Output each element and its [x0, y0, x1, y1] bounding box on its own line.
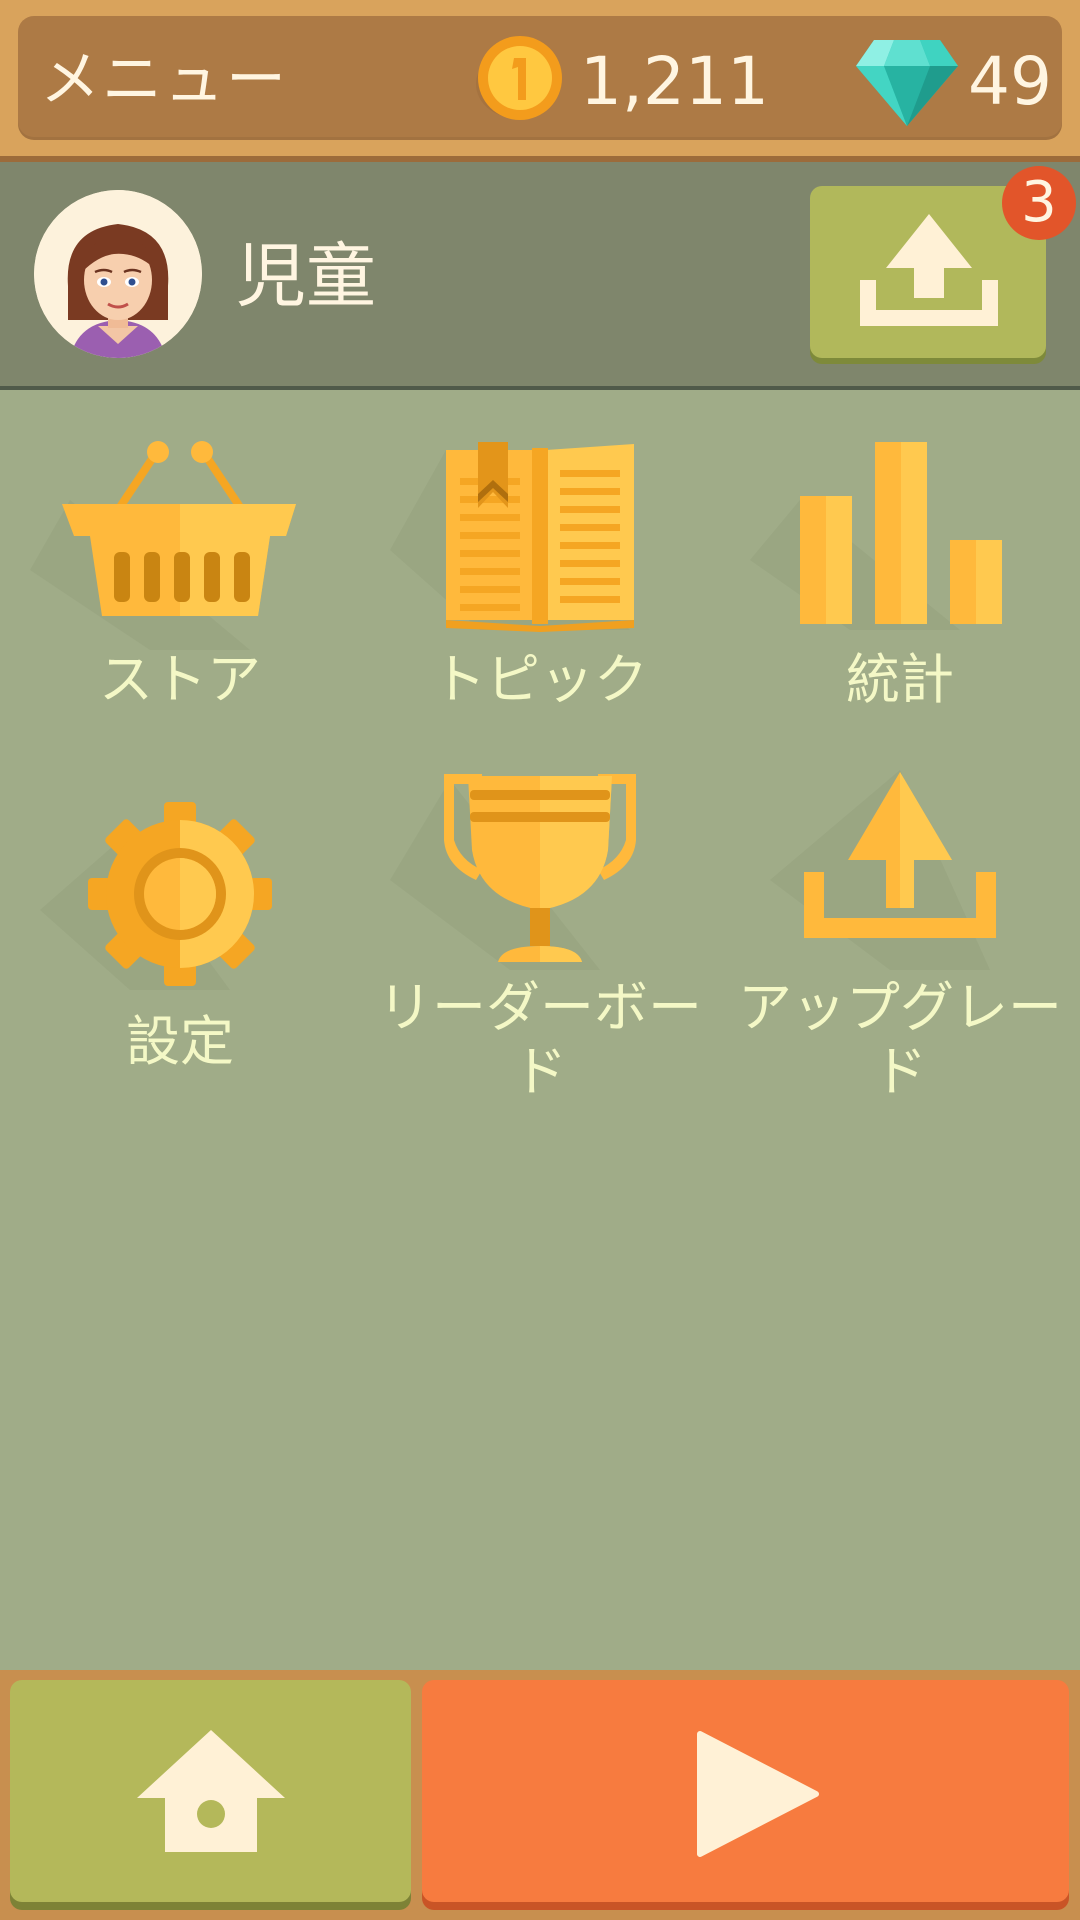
upload-icon: [770, 770, 996, 970]
menu-item-label: アップグレード: [738, 976, 1062, 1103]
menu-item-topics[interactable]: トピック: [370, 430, 710, 730]
menu-item-label: ストア: [99, 648, 261, 711]
diamond-icon: [856, 40, 958, 126]
menu-title: メニュー: [40, 45, 288, 115]
avatar[interactable]: [34, 190, 202, 358]
avatar-icon: [34, 190, 202, 358]
bar-chart-icon: [750, 442, 1002, 630]
home-button[interactable]: [10, 1680, 411, 1902]
upload-icon: [860, 214, 998, 326]
menu-item-settings[interactable]: 設定: [10, 770, 350, 1090]
trophy-icon: [390, 774, 636, 970]
menu-item-stats[interactable]: 統計: [730, 430, 1070, 730]
coin-count: 1,211: [580, 43, 769, 120]
home-icon: [137, 1730, 285, 1852]
menu-item-label: トピック: [432, 648, 648, 711]
menu-item-store[interactable]: ストア: [10, 430, 350, 730]
coin-icon: [476, 36, 562, 120]
profile-bar-divider: [0, 386, 1080, 390]
profile-name: 児童: [236, 235, 376, 317]
menu-item-label: 統計: [846, 648, 954, 711]
menu-item-leaderboard[interactable]: リーダーボード: [370, 760, 710, 1103]
menu-item-label: 設定: [126, 1010, 234, 1073]
play-icon: [697, 1731, 819, 1857]
basket-icon: [30, 441, 296, 650]
gear-icon: [40, 802, 272, 990]
play-button[interactable]: [422, 1680, 1069, 1902]
notification-badge: 3: [1002, 166, 1076, 240]
menu-item-label: リーダーボード: [378, 976, 702, 1103]
book-icon: [390, 442, 634, 632]
gem-count: 49: [968, 43, 1052, 120]
menu-item-upgrade[interactable]: アップグレード: [730, 760, 1070, 1103]
